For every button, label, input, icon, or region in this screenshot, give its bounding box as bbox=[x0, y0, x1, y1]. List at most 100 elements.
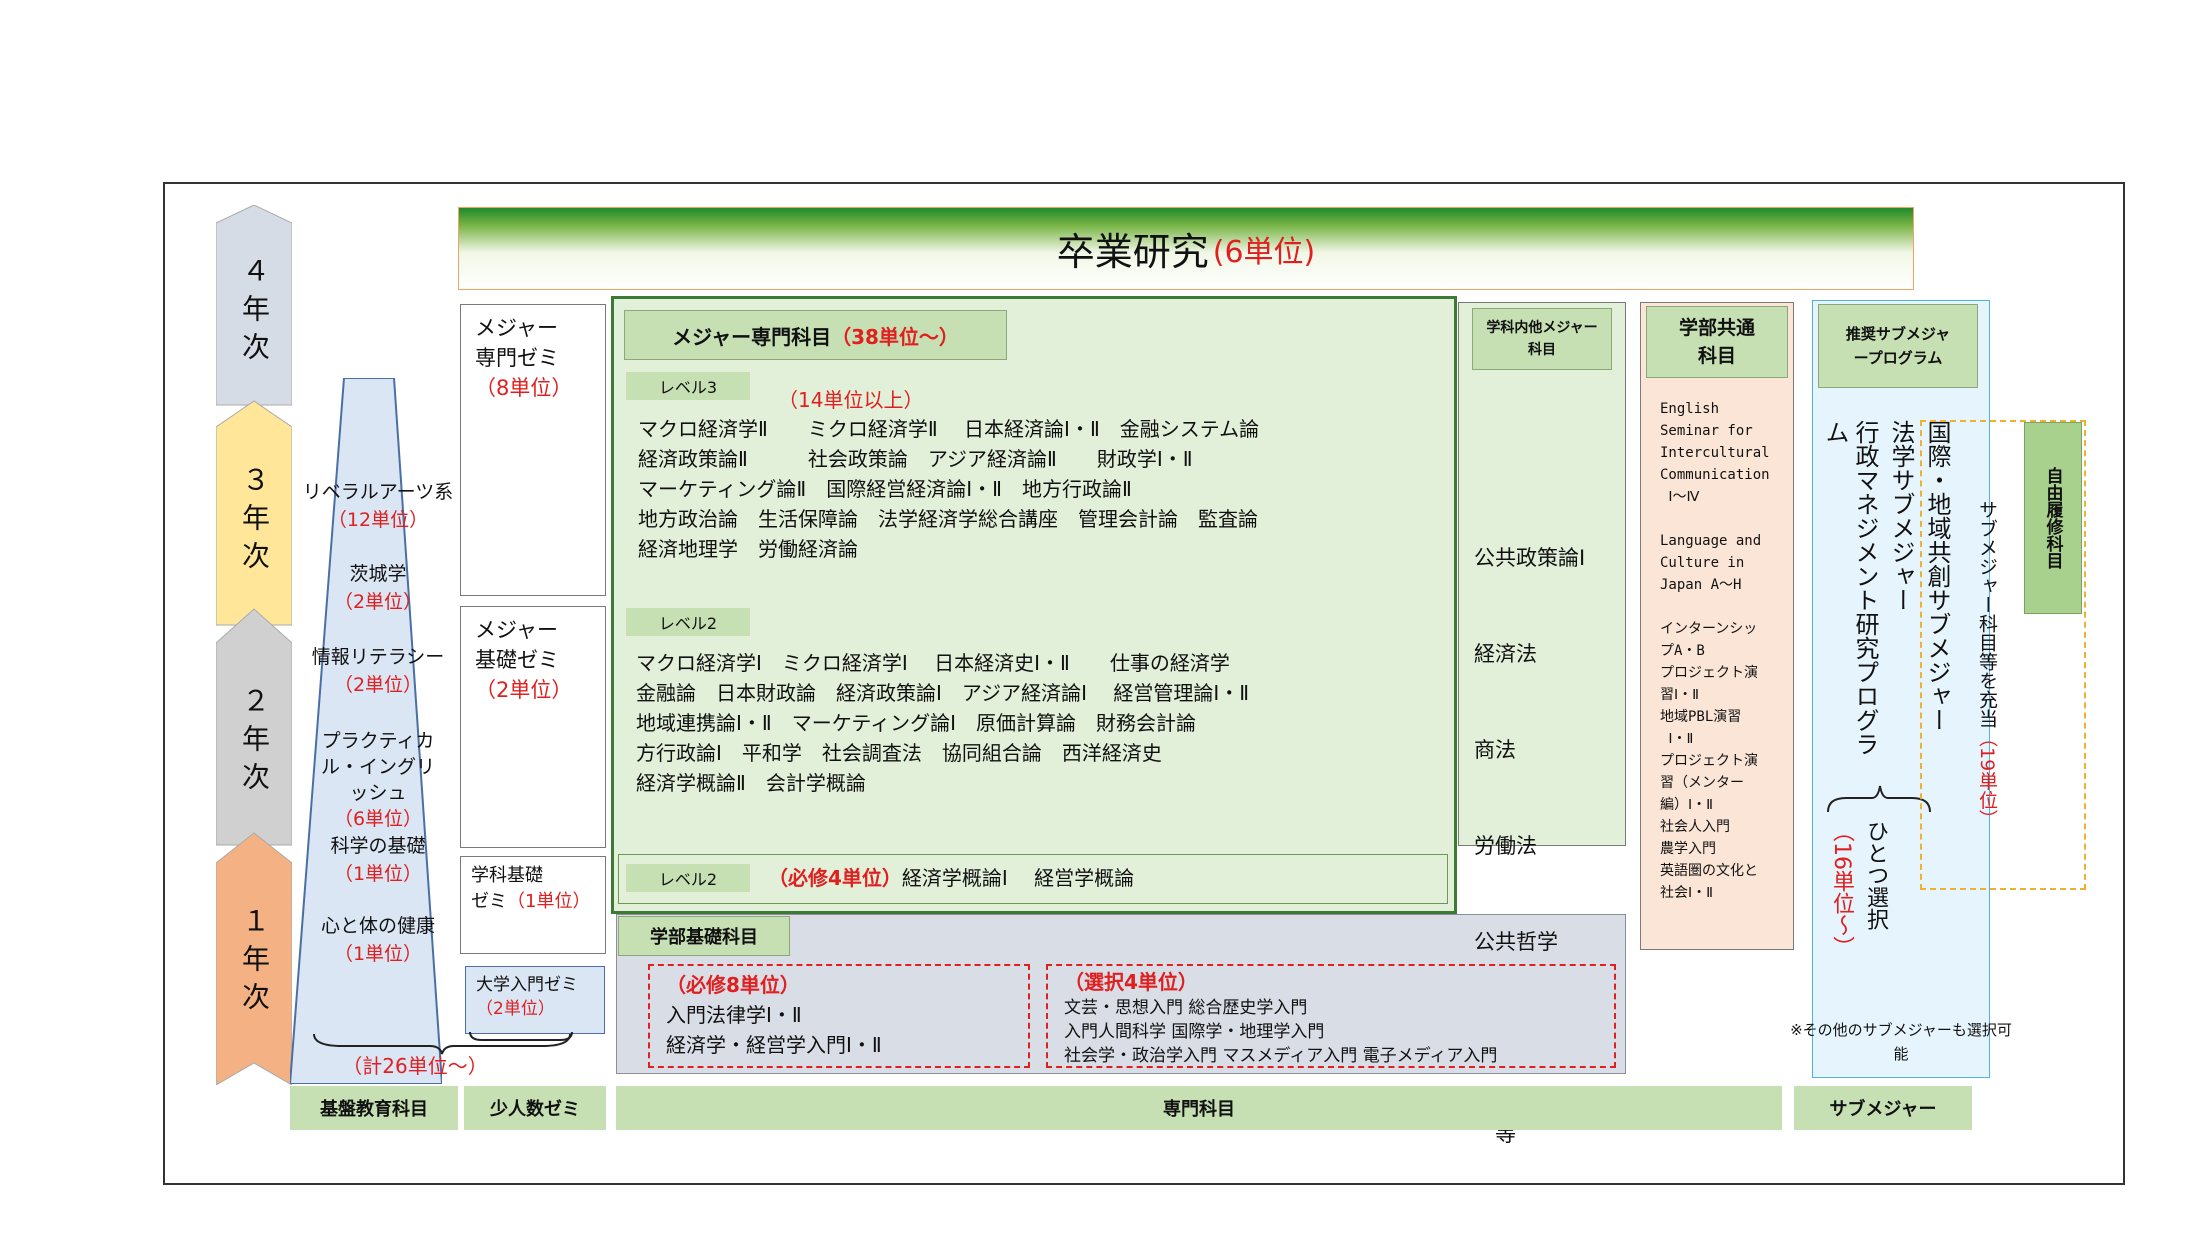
faculty-common-line: 習Ⅰ・Ⅱ bbox=[1660, 687, 1700, 703]
faculty-common-line: Japan A～H bbox=[1660, 577, 1742, 593]
major-seminar-title: メジャー専門ゼミ bbox=[475, 316, 559, 370]
faculty-common-line: プロジェクト演 bbox=[1660, 665, 1758, 681]
faculty-common-line: 習（メンター bbox=[1660, 775, 1744, 791]
level3-line: 経済政策論Ⅱ 社会政策論 アジア経済論Ⅱ 財政学Ⅰ・Ⅱ bbox=[638, 447, 1193, 471]
faculty-common-line: インターンシッ bbox=[1660, 621, 1758, 637]
faculty-common-line: Ⅰ～Ⅳ bbox=[1660, 489, 1700, 505]
level2-line: 金融論 日本財政論 経済政策論Ⅰ アジア経済論Ⅰ 経営管理論Ⅰ・Ⅱ bbox=[636, 681, 1250, 705]
intro-seminar-units: （2単位） bbox=[476, 999, 555, 1019]
major-seminar-box: メジャー専門ゼミ （8単位） bbox=[460, 304, 606, 596]
free-title-box: 自由履修科目 bbox=[2024, 422, 2082, 614]
submajor-units: （16単位～） bbox=[1829, 820, 1854, 958]
level2-courses: マクロ経済学Ⅰ ミクロ経済学Ⅰ 日本経済史Ⅰ・Ⅱ 仕事の経済学 金融論 日本財政… bbox=[636, 648, 1249, 798]
dept-other-line: 公共政策論Ⅰ bbox=[1474, 546, 1586, 570]
level2-required-label: レベル2 bbox=[626, 864, 750, 892]
faculty-required-title: （必修8単位） bbox=[666, 973, 800, 997]
submajor-note: ※その他のサブメジャーも選択可能 bbox=[1790, 1021, 2012, 1063]
year-label-1: １年次 bbox=[238, 905, 271, 1020]
level3-label: レベル3 bbox=[626, 372, 750, 400]
free-text: サブメジャー科目等を充当（19単位） bbox=[1974, 500, 2000, 830]
liberal-total: （計26単位～） bbox=[342, 1054, 488, 1078]
liberal-item-science: 科学の基礎 （1単位） bbox=[330, 835, 426, 885]
major-units: （38単位～） bbox=[831, 324, 959, 349]
major-title: メジャー専門科目 bbox=[672, 324, 832, 349]
faculty-common-line: 社会人入門 bbox=[1660, 819, 1730, 835]
dept-other-courses: 公共政策論Ⅰ 経済法 商法 労働法 公共哲学 等 bbox=[1474, 478, 1585, 1182]
submajor-program: 法学サブメジャー bbox=[1887, 420, 1915, 612]
liberal-item-arts: リベラルアーツ系 （12単位） bbox=[302, 481, 454, 531]
level3-units: （14単位以上） bbox=[778, 388, 924, 412]
liberal-item-ibaraki: 茨城学 （2単位） bbox=[333, 563, 423, 613]
liberal-item-info: 情報リテラシー （2単位） bbox=[311, 646, 445, 696]
level2-line: 地域連携論Ⅰ・Ⅱ マーケティング論Ⅰ 原価計算論 財務会計論 bbox=[636, 711, 1197, 735]
faculty-basic-title: 学部基礎科目 bbox=[618, 916, 790, 956]
level2-line: 方行政論Ⅰ 平和学 社会調査法 協同組合論 西洋経済史 bbox=[636, 741, 1162, 765]
major-basic-seminar-box: メジャー基礎ゼミ （2単位） bbox=[460, 606, 606, 848]
level2-line: 経済学概論Ⅱ 会計学概論 bbox=[636, 771, 866, 795]
faculty-common-line bbox=[1660, 596, 1770, 618]
submajor-program: 行政マネジメント研究プログラム bbox=[1821, 420, 1879, 756]
major-seminar-units: （8単位） bbox=[475, 376, 573, 400]
bottom-label-special: 専門科目 bbox=[616, 1086, 1782, 1130]
level2-label: レベル2 bbox=[626, 608, 750, 636]
submajor-title: 推奨サブメジャープログラム bbox=[1818, 304, 1978, 388]
bottom-label-basic: 基盤教育科目 bbox=[290, 1086, 458, 1130]
faculty-common-line: プロジェクト演 bbox=[1660, 753, 1758, 769]
bottom-label-submajor: サブメジャー bbox=[1794, 1086, 1972, 1130]
faculty-common-line: プA・B bbox=[1660, 643, 1705, 659]
level3-courses: マクロ経済学Ⅱ ミクロ経済学Ⅱ 日本経済論Ⅰ・Ⅱ 金融システム論 経済政策論Ⅱ … bbox=[638, 414, 1259, 564]
faculty-common-line: English bbox=[1660, 401, 1720, 417]
level3-line: マクロ経済学Ⅱ ミクロ経済学Ⅱ 日本経済論Ⅰ・Ⅱ 金融システム論 bbox=[638, 417, 1260, 441]
liberal-item-health: 心と体の健康 （1単位） bbox=[320, 915, 435, 965]
faculty-common-line: 農学入門 bbox=[1660, 841, 1716, 857]
faculty-common-line: 編）Ⅰ・Ⅱ bbox=[1660, 797, 1714, 813]
level2-required-courses: 経済学概論Ⅰ 経営学概論 bbox=[901, 866, 1135, 890]
level3-line: 地方政治論 生活保障論 法学経済学総合講座 管理会計論 監査論 bbox=[638, 507, 1258, 531]
year-label-2: ２年次 bbox=[238, 685, 271, 800]
submajor-choose: ひとつ選択 bbox=[1863, 820, 1888, 930]
faculty-common-line: 地域PBL演習 bbox=[1660, 709, 1742, 725]
dept-other-line: 公共哲学 bbox=[1474, 930, 1558, 954]
intro-seminar-box: 大学入門ゼミ （2単位） bbox=[465, 966, 605, 1034]
major-basic-seminar-units: （2単位） bbox=[475, 678, 573, 702]
level2-required-line: （必修4単位）経済学概論Ⅰ 経営学概論 bbox=[768, 863, 1134, 893]
dept-other-line: 労働法 bbox=[1474, 834, 1537, 858]
dept-basic-seminar-box: 学科基礎 ゼミ（1単位） bbox=[460, 856, 606, 954]
faculty-common-line: Intercultural bbox=[1660, 445, 1770, 461]
free-desc: サブメジャー科目等を充当 bbox=[1976, 500, 1998, 728]
faculty-common-line: Seminar for bbox=[1660, 423, 1753, 439]
major-header: メジャー専門科目 （38単位～） bbox=[624, 310, 1007, 360]
level3-line: 経済地理学 労働経済論 bbox=[638, 537, 858, 561]
dept-other-title: 学科内他メジャー科目 bbox=[1472, 308, 1612, 370]
dept-basic-seminar-title: 学科基礎 bbox=[471, 865, 543, 886]
submajor-brace bbox=[1827, 785, 1931, 813]
dept-other-line: 経済法 bbox=[1474, 642, 1537, 666]
year-label-3: ３年次 bbox=[238, 465, 271, 579]
faculty-common-line: Ⅰ・Ⅱ bbox=[1660, 731, 1694, 747]
level2-line: マクロ経済学Ⅰ ミクロ経済学Ⅰ 日本経済史Ⅰ・Ⅱ 仕事の経済学 bbox=[636, 651, 1230, 675]
year-label-4: ４年次 bbox=[238, 255, 271, 370]
faculty-common-courses: English Seminar for Intercultural Communica… bbox=[1660, 398, 1770, 904]
dept-basic-seminar-units: （1単位） bbox=[507, 891, 591, 912]
intro-seminar-title: 大学入門ゼミ bbox=[476, 975, 578, 995]
graduation-title: 卒業研究 bbox=[1056, 230, 1209, 274]
faculty-required-line: 入門法律学Ⅰ・Ⅱ bbox=[666, 1003, 802, 1027]
graduation-research-bar: 卒業研究 (6単位) bbox=[458, 207, 1914, 290]
bottom-label-small: 少人数ゼミ bbox=[464, 1086, 606, 1130]
faculty-required-line: 経済学・経営学入門Ⅰ・Ⅱ bbox=[666, 1033, 882, 1057]
major-basic-seminar-title: メジャー基礎ゼミ bbox=[475, 618, 559, 672]
faculty-common-title: 学部共通科目 bbox=[1646, 306, 1788, 378]
faculty-required-box: （必修8単位） 入門法律学Ⅰ・Ⅱ 経済学・経営学入門Ⅰ・Ⅱ bbox=[648, 964, 1030, 1068]
faculty-common-line: Culture in bbox=[1660, 555, 1745, 571]
graduation-units: (6単位) bbox=[1212, 234, 1316, 270]
dept-other-line: 商法 bbox=[1474, 738, 1516, 762]
faculty-common-line: Language and bbox=[1660, 533, 1762, 549]
faculty-common-line: 英語圏の文化と bbox=[1660, 863, 1758, 879]
free-title: 自由履修科目 bbox=[2042, 467, 2063, 569]
level2-required-units: （必修4単位） bbox=[768, 866, 902, 890]
faculty-common-line: 社会Ⅰ・Ⅱ bbox=[1660, 885, 1714, 901]
seminar-brace bbox=[469, 1031, 573, 1041]
liberal-item-english: プラクティカル・イングリッシュ （6単位） bbox=[320, 730, 435, 830]
faculty-common-line: Communication bbox=[1660, 467, 1770, 483]
level3-line: マーケティング論Ⅱ 国際経営経済論Ⅰ・Ⅱ 地方行政論Ⅱ bbox=[638, 477, 1132, 501]
